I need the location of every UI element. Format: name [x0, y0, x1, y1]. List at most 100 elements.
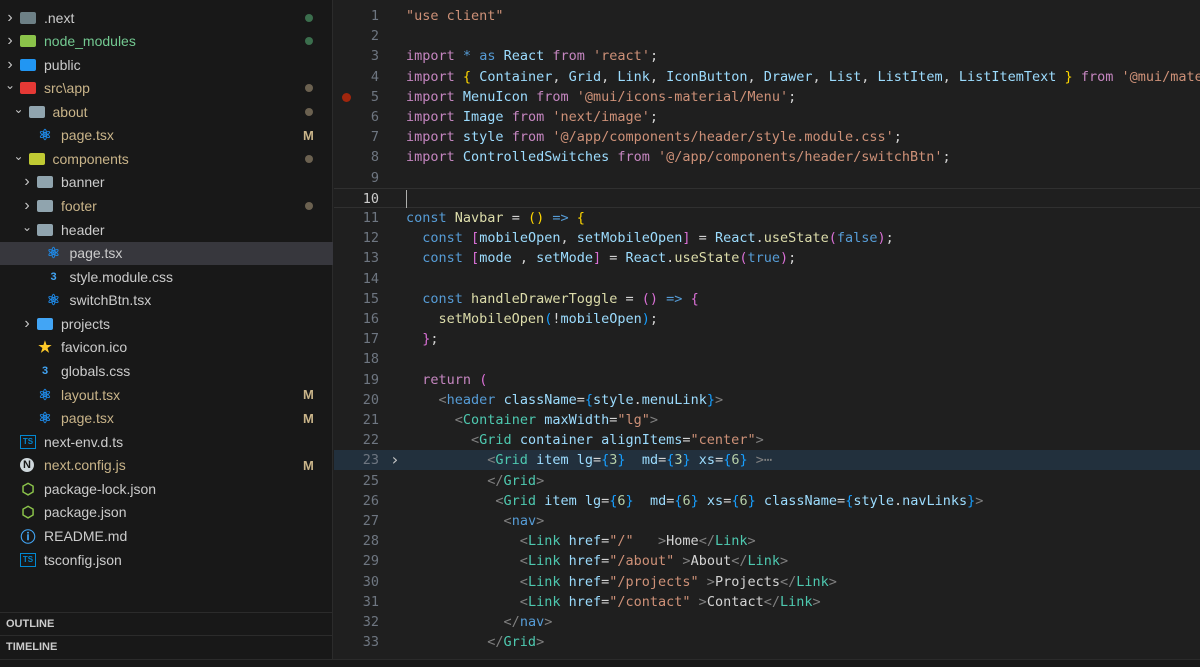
code-token: =: [658, 452, 667, 469]
code-line[interactable]: 9: [334, 168, 1200, 188]
file-item[interactable]: ⚛ page.tsx M: [0, 407, 333, 430]
file-item[interactable]: TS tsconfig.json: [0, 548, 333, 571]
code-token: container: [519, 432, 593, 449]
code-line[interactable]: 15 const handleDrawerToggle = () => {: [334, 289, 1200, 309]
chevron-down-icon[interactable]: ⌄: [21, 220, 33, 234]
code-line[interactable]: 7 import style from '@/app/components/hea…: [334, 127, 1200, 147]
folder-item[interactable]: › footer: [0, 195, 333, 218]
file-item[interactable]: Nnext.config.js M: [0, 454, 333, 477]
code-token: ,: [942, 68, 959, 85]
projects-folder-icon: [37, 317, 53, 330]
timeline-panel-header[interactable]: TIMELINE: [0, 635, 333, 657]
folder-item[interactable]: ⌄ about: [0, 100, 333, 123]
folder-item[interactable]: › public: [0, 53, 333, 76]
file-item[interactable]: ★ favicon.ico: [0, 336, 333, 359]
line-number: 27: [362, 513, 379, 529]
code-line[interactable]: 12 const [mobileOpen, setMobileOpen] = R…: [334, 228, 1200, 248]
fold-chevron-icon[interactable]: ›: [390, 450, 400, 470]
outline-panel-header[interactable]: OUTLINE: [0, 612, 333, 634]
code-token: </: [779, 573, 797, 590]
code-line[interactable]: 6 import Image from 'next/image';: [334, 107, 1200, 127]
chevron-down-icon[interactable]: ⌄: [13, 102, 25, 116]
code-editor[interactable]: 1 "use client" 2 3 import * as React from 'r…: [334, 0, 1200, 667]
code-line[interactable]: 32 </nav>: [334, 612, 1200, 632]
code-token: </: [731, 553, 748, 570]
chevron-down-icon[interactable]: ⌄: [4, 78, 16, 92]
code-line[interactable]: 29 <Link href="/about" >About</Link>: [334, 551, 1200, 571]
file-item[interactable]: ⬡ package-lock.json: [0, 477, 333, 500]
folder-item[interactable]: ⌄ src\app: [0, 77, 333, 100]
chevron-right-icon[interactable]: ›: [21, 173, 33, 191]
code-line[interactable]: 22 <Grid container alignItems="center">: [334, 430, 1200, 450]
code-line[interactable]: 13 const [mode , setMode] = React.useSta…: [334, 248, 1200, 268]
file-item[interactable]: ⚛ layout.tsx M: [0, 383, 333, 406]
code-line[interactable]: 1 "use client": [334, 6, 1200, 26]
code-line[interactable]: 20 <header className={style.menuLink}>: [334, 390, 1200, 410]
chevron-right-icon[interactable]: ›: [4, 9, 16, 27]
file-item[interactable]: 3 globals.css: [0, 360, 333, 383]
code-line[interactable]: 2: [334, 26, 1200, 46]
code-line[interactable]: 19 return (: [334, 370, 1200, 390]
code-token: "use client": [406, 8, 504, 24]
file-item[interactable]: TS next-env.d.ts: [0, 430, 333, 453]
code-text: "use client": [406, 6, 504, 26]
code-line[interactable]: 23 › <Grid item lg={3} md={3} xs={6} >⋯: [334, 450, 1200, 471]
file-item[interactable]: 3 style.module.css: [0, 265, 333, 288]
code-token: }: [739, 452, 748, 469]
file-item[interactable]: ⚛ page.tsx M: [0, 124, 333, 147]
code-line[interactable]: 3 import * as React from 'react';: [334, 46, 1200, 66]
code-token: (): [641, 290, 659, 307]
code-line[interactable]: 14: [334, 269, 1200, 289]
chevron-right-icon[interactable]: ›: [4, 56, 16, 74]
code-line[interactable]: 28 <Link href="/" >Home</Link>: [334, 531, 1200, 551]
chevron-right-icon[interactable]: ›: [4, 32, 16, 50]
folder-item[interactable]: › banner: [0, 171, 333, 194]
chevron-right-icon[interactable]: ›: [21, 315, 33, 333]
code-token: const: [422, 250, 463, 267]
code-line[interactable]: 31 <Link href="/contact" >Contact</Link>: [334, 592, 1200, 612]
code-line[interactable]: 26 <Grid item lg={6} md={6} xs={6} class…: [334, 491, 1200, 511]
line-number: 32: [362, 614, 379, 630]
folder-item[interactable]: › .next: [0, 6, 333, 29]
item-label: next-env.d.ts: [44, 433, 124, 450]
code-line[interactable]: 4 import { Container, Grid, Link, IconBut…: [334, 67, 1200, 87]
code-token: "/projects": [609, 573, 699, 590]
folder-item[interactable]: › projects: [0, 312, 333, 335]
code-token: }: [690, 492, 699, 509]
folder-item[interactable]: ⌄ header: [0, 218, 333, 241]
code-line[interactable]: 33 </Grid>: [334, 632, 1200, 652]
code-line[interactable]: 8 import ControlledSwitches from '@/app/c…: [334, 147, 1200, 167]
code-token: [: [471, 230, 480, 247]
code-line[interactable]: 5 import MenuIcon from '@mui/icons-materi…: [334, 87, 1200, 107]
code-line[interactable]: 10: [334, 187, 1200, 208]
code-line[interactable]: 17 };: [334, 329, 1200, 349]
chevron-down-icon[interactable]: ⌄: [13, 149, 25, 163]
code-line[interactable]: 11 const Navbar = () => {: [334, 208, 1200, 228]
code-line[interactable]: 21 <Container maxWidth="lg">: [334, 410, 1200, 430]
file-item[interactable]: ⚛ page.tsx: [0, 241, 333, 265]
code-token: ,: [649, 68, 667, 85]
code-line[interactable]: 16 setMobileOpen(!mobileOpen);: [334, 309, 1200, 329]
file-item[interactable]: ⬡ package.json: [0, 501, 333, 524]
folder-item[interactable]: ⌄ components: [0, 147, 333, 170]
code-token: ,: [812, 68, 829, 85]
code-text: const [mobileOpen, setMobileOpen] = Reac…: [406, 228, 894, 248]
code-token: "/about": [609, 553, 675, 570]
code-line[interactable]: 25 </Grid>: [334, 471, 1200, 491]
code-line[interactable]: 27 <nav>: [334, 511, 1200, 531]
code-line[interactable]: 30 <Link href="/projects" >Projects</Lin…: [334, 572, 1200, 592]
code-token: =: [690, 230, 715, 247]
file-item[interactable]: ⓘ README.md: [0, 525, 333, 548]
chevron-right-icon[interactable]: ›: [21, 197, 33, 215]
file-item[interactable]: ⚛ switchBtn.tsx: [0, 289, 333, 312]
code-line[interactable]: 18: [334, 349, 1200, 369]
folder-item[interactable]: › node_modules: [0, 30, 333, 53]
code-token: React: [714, 230, 756, 247]
code-text: import Image from 'next/image';: [406, 107, 658, 127]
